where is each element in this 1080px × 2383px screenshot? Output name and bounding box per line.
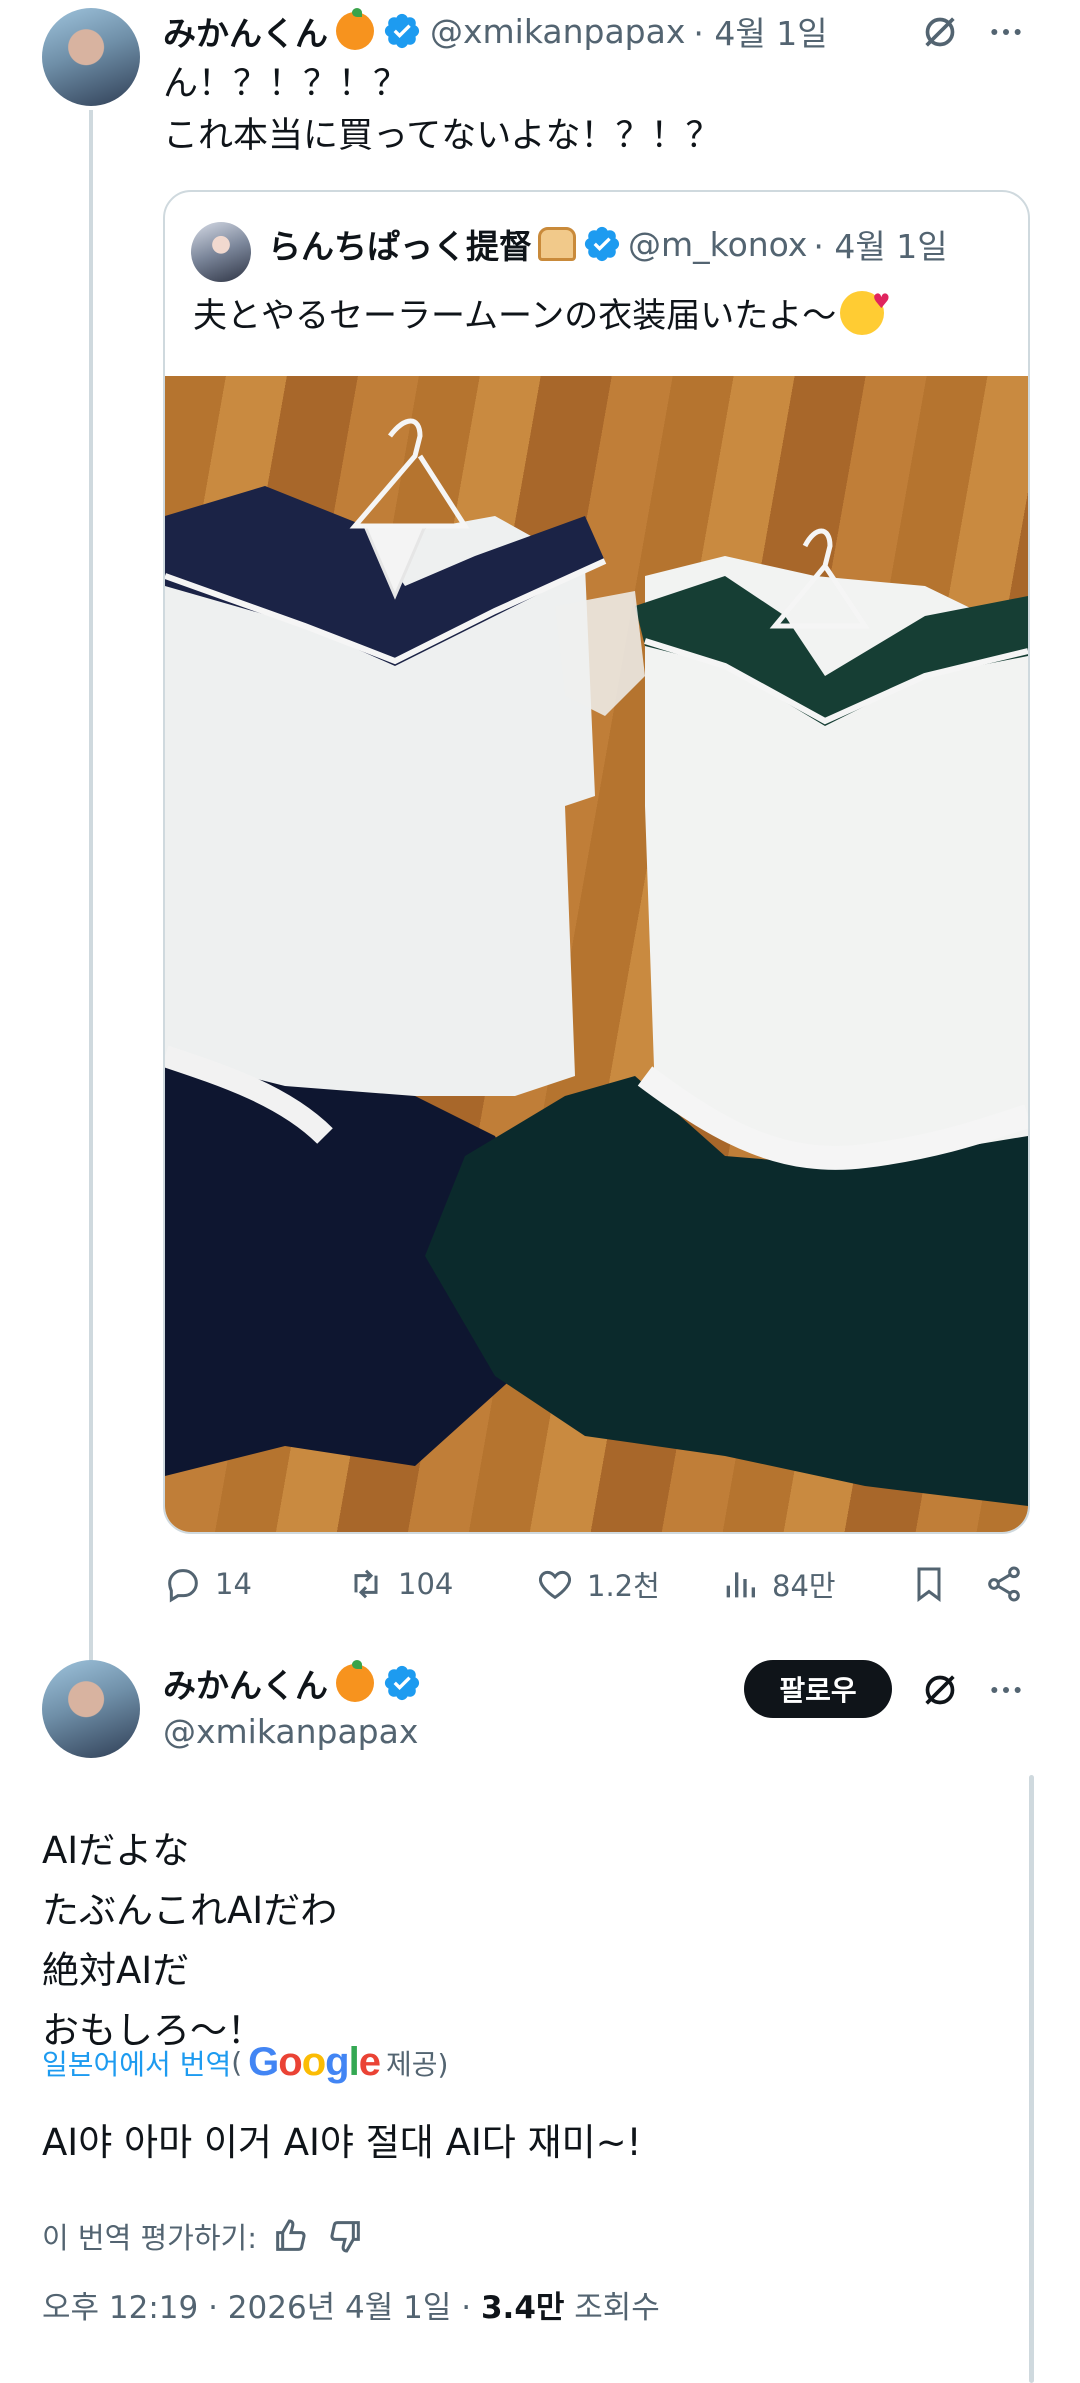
- post-metadata: 오후 12:19 · 2026년 4월 1일 · 3.4만 조회수: [42, 2282, 660, 2327]
- post-date[interactable]: · 4월 1일: [693, 7, 827, 55]
- author-handle[interactable]: @xmikanpapax: [163, 1712, 418, 1751]
- views-label: 조회수: [564, 2290, 660, 2326]
- repost-count: 104: [398, 1567, 454, 1601]
- main-post-text-line: 絶対AIだ: [42, 1949, 190, 1992]
- lace-glove-illustration: [555, 591, 645, 716]
- thumbs-up-icon[interactable]: [271, 2216, 311, 2256]
- rate-translation-row: 이 번역 평가하기:: [42, 2215, 365, 2257]
- grok-icon[interactable]: [916, 8, 964, 56]
- more-options-icon[interactable]: [982, 1666, 1030, 1714]
- rate-translation-label: 이 번역 평가하기:: [42, 2221, 257, 2255]
- post-timestamp[interactable]: 오후 12:19 · 2026년 4월 1일 ·: [42, 2290, 481, 2326]
- follow-button[interactable]: 팔로우: [744, 1660, 892, 1718]
- author-name[interactable]: みかんくん: [163, 7, 328, 55]
- post-view-count: 3.4만: [480, 2290, 565, 2326]
- scrollbar[interactable]: [1029, 1775, 1034, 2383]
- translation-attribution: 일본어에서 번역 ( Google 제공): [42, 2040, 448, 2085]
- bread-emoji-icon: [538, 227, 576, 261]
- reply-count: 14: [215, 1567, 252, 1601]
- like-button[interactable]: 1.2천: [535, 1560, 660, 1608]
- verified-badge-icon: [584, 226, 620, 262]
- thumbs-down-icon[interactable]: [325, 2216, 365, 2256]
- main-post-author-row: みかんくん: [163, 1658, 422, 1708]
- share-icon: [988, 1566, 1020, 1602]
- translated-text: AI야 아마 이거 AI야 절대 AI다 재미~!: [42, 2121, 642, 2164]
- translated-from-link[interactable]: 일본어에서 번역: [42, 2043, 231, 2083]
- translation-provider: 제공): [385, 2047, 449, 2081]
- quoted-header: らんちぱっく提督 @m_konox · 4월 1일: [268, 216, 948, 272]
- grok-icon[interactable]: [916, 1666, 964, 1714]
- repost-icon: [354, 1569, 378, 1599]
- quoted-avatar[interactable]: [191, 222, 251, 282]
- quoted-tweet-card[interactable]: らんちぱっく提督 @m_konox · 4월 1일 夫とやるセーラームーンの衣装…: [163, 190, 1030, 1534]
- quoted-date[interactable]: · 4월 1일: [813, 220, 947, 268]
- orange-emoji-icon: [336, 1660, 374, 1702]
- share-button[interactable]: [980, 1560, 1028, 1608]
- heart-icon: [538, 1570, 572, 1600]
- quoted-text-body: 夫とやるセーラームーンの衣装届いたよ〜: [193, 296, 837, 336]
- bookmark-button[interactable]: [905, 1560, 953, 1608]
- google-logo: Google: [248, 2040, 381, 2084]
- verified-badge-icon: [384, 13, 420, 49]
- reply-button[interactable]: 14: [163, 1560, 252, 1608]
- post-text-line1: ん！？！？！？: [163, 64, 409, 104]
- views-button[interactable]: 84만: [720, 1560, 836, 1608]
- main-post-text-line: AIだよな: [42, 1829, 190, 1872]
- main-post-text-line: たぶんこれAIだわ: [42, 1889, 338, 1932]
- quoted-text: 夫とやるセーラームーンの衣装届いたよ〜 ♥: [193, 288, 890, 337]
- orange-emoji-icon: [336, 8, 374, 50]
- smiling-face-with-hearts-icon: ♥: [840, 289, 890, 335]
- more-options-icon[interactable]: [982, 8, 1030, 56]
- author-name[interactable]: みかんくん: [163, 1659, 328, 1707]
- views-count: 84만: [772, 1569, 836, 1603]
- verified-badge-icon: [384, 1665, 420, 1701]
- quoted-author-handle[interactable]: @m_konox: [628, 225, 807, 264]
- thread-line: [89, 110, 93, 1670]
- translation-paren: (: [231, 2046, 243, 2079]
- like-count: 1.2천: [587, 1569, 660, 1603]
- attached-photo[interactable]: [165, 376, 1028, 1532]
- post-header: みかんくん @xmikanpapax · 4월 1일: [163, 6, 828, 56]
- analytics-icon: [726, 1572, 755, 1598]
- reply-icon: [168, 1569, 198, 1603]
- avatar[interactable]: [42, 8, 140, 106]
- post-text-line2: これ本当に買ってないよな！？！？: [163, 116, 721, 156]
- avatar[interactable]: [42, 1660, 140, 1758]
- bookmark-icon: [917, 1567, 941, 1602]
- repost-button[interactable]: 104: [346, 1560, 453, 1608]
- quoted-author-name[interactable]: らんちぱっく提督: [268, 220, 532, 268]
- author-handle[interactable]: @xmikanpapax: [430, 12, 685, 51]
